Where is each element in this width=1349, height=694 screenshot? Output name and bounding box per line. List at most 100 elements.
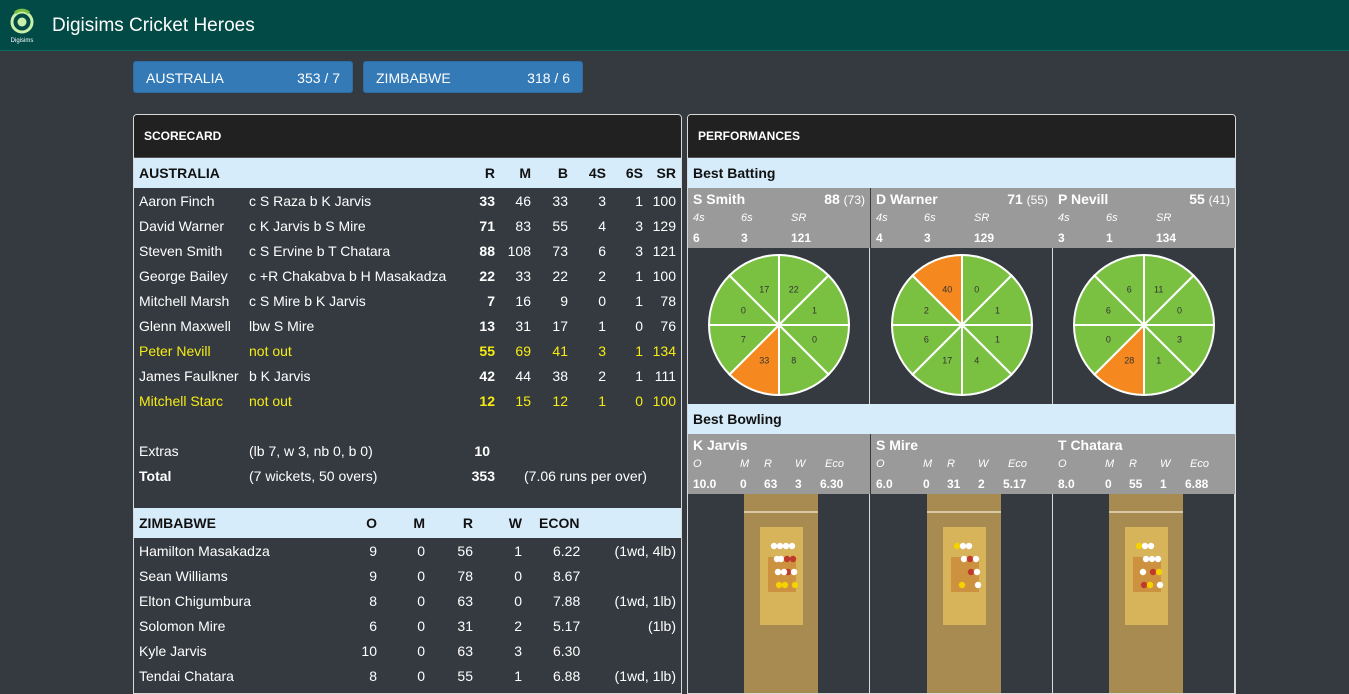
minutes: 16 xyxy=(515,293,531,309)
app-title: Digisims Cricket Heroes xyxy=(52,15,255,36)
bowler-row[interactable]: Kyle Jarvis 10 0 63 3 6.30 xyxy=(134,640,681,665)
team-name: ZIMBABWE xyxy=(376,70,451,86)
batting-card[interactable]: D Warner 71 (55) 4s 4 6s 3 SR 129 0 1 1 4 17 6 2 40 xyxy=(871,188,1053,404)
bowler-row[interactable]: Elton Chigumbura 8 0 63 0 7.88 (1wd, 1lb) xyxy=(134,590,681,615)
header-fours: 4S xyxy=(588,165,606,181)
bowling-card[interactable]: T Chatara O 8.0 M 0 R 55 W 1 Eco 6.88 xyxy=(1053,434,1235,693)
bowling-card[interactable]: K Jarvis O 10.0 M 0 R 63 W 3 Eco 6.30 xyxy=(688,434,870,693)
good-length-zone xyxy=(1133,557,1161,592)
digisims-logo-icon[interactable]: Digisims xyxy=(5,8,39,44)
bowl-runs: 63 xyxy=(457,643,473,659)
fours: 3 xyxy=(598,343,606,359)
ball-pitch-dot xyxy=(973,568,981,576)
bowler-name: Sean Williams xyxy=(139,568,228,584)
sixes: 0 xyxy=(635,318,643,334)
header-balls: B xyxy=(557,165,568,181)
ball-pitch-dot xyxy=(958,581,966,589)
batsman-row[interactable]: Steven Smith c S Ervine b T Chatara 88 108 7… xyxy=(134,240,681,265)
stat-label: R xyxy=(947,458,955,470)
strike-rate: 111 xyxy=(654,368,676,384)
maidens: 0 xyxy=(417,593,425,609)
wagon-sector-label: 33 xyxy=(759,356,769,366)
extras-row: Extras (lb 7, w 3, nb 0, b 0) 10 xyxy=(134,440,681,465)
stat-value: 2 xyxy=(978,477,985,491)
wagon-wheel-area: 22 1 0 8 33 7 0 17 xyxy=(688,248,870,404)
batsman-row[interactable]: Peter Nevill not out 55 69 41 3 1 134 xyxy=(134,340,681,365)
dismissal: c +R Chakabva b H Masakadza xyxy=(249,268,447,284)
ball-pitch-dot xyxy=(953,542,961,550)
wagon-sector-label: 6 xyxy=(1106,305,1111,315)
fours: 3 xyxy=(598,193,606,209)
sixes: 1 xyxy=(635,293,643,309)
wickets: 0 xyxy=(514,593,522,609)
wagon-wheel: 11 0 3 1 28 0 6 6 xyxy=(1072,253,1216,397)
stat-label: O xyxy=(1058,458,1067,470)
team-name: AUSTRALIA xyxy=(146,70,224,86)
runs: 71 xyxy=(479,218,495,234)
batsman-row[interactable]: David Warner c K Jarvis b S Mire 71 83 55 4 3 1… xyxy=(134,215,681,240)
batsman-row[interactable]: James Faulkner b K Jarvis 42 44 38 2 1 111 xyxy=(134,365,681,390)
ball-pitch-dot xyxy=(972,555,980,563)
ball-pitch-dot xyxy=(770,542,778,550)
stat-label: Eco xyxy=(1190,458,1209,470)
batting-card[interactable]: P Nevill 55 (41) 4s 3 6s 1 SR 134 11 0 3 1 28 0 6 6 xyxy=(1053,188,1235,404)
batting-card-stats: D Warner 71 (55) 4s 4 6s 3 SR 129 xyxy=(871,188,1053,248)
dismissal: c S Raza b K Jarvis xyxy=(249,193,372,209)
overs: 6 xyxy=(369,618,377,634)
strike-rate: 129 xyxy=(652,218,676,234)
ball-pitch-dot xyxy=(1140,581,1148,589)
fours: 1 xyxy=(598,318,606,334)
wagon-wheel: 22 1 0 8 33 7 0 17 xyxy=(707,253,851,397)
bowling-card-stats: T Chatara O 8.0 M 0 R 55 W 1 Eco 6.88 xyxy=(1053,434,1235,494)
batsman-name: Peter Nevill xyxy=(139,343,211,359)
fours: 0 xyxy=(598,293,606,309)
stat-value: 1 xyxy=(1106,231,1113,245)
bowling-card[interactable]: S Mire O 6.0 M 0 R 31 W 2 Eco 5.17 xyxy=(871,434,1053,693)
sixes: 0 xyxy=(635,393,643,409)
ball-pitch-dot xyxy=(966,555,974,563)
header-bowl-runs: R xyxy=(462,515,473,531)
bowler-row[interactable]: Solomon Mire 6 0 31 2 5.17 (1lb) xyxy=(134,615,681,640)
stat-label: Eco xyxy=(825,458,844,470)
ball-pitch-dot xyxy=(791,581,799,589)
header-minutes: M xyxy=(519,165,531,181)
bowler-row[interactable]: Sean Williams 9 0 78 0 8.67 xyxy=(134,565,681,590)
batsman-row[interactable]: Glenn Maxwell lbw S Mire 13 31 17 1 0 76 xyxy=(134,315,681,340)
minutes: 46 xyxy=(515,193,531,209)
stat-label: Eco xyxy=(1008,458,1027,470)
minutes: 15 xyxy=(515,393,531,409)
pitch-map-area xyxy=(1053,494,1235,693)
team-button-australia[interactable]: AUSTRALIA 353 / 7 xyxy=(133,61,353,93)
stat-label: SR xyxy=(974,212,990,224)
wagon-wheel-area: 0 1 1 4 17 6 2 40 xyxy=(871,248,1053,404)
batsman-row[interactable]: Aaron Finch c S Raza b K Jarvis 33 46 33 3 1 10… xyxy=(134,190,681,215)
batsman-row[interactable]: Mitchell Starc not out 12 15 12 1 0 100 xyxy=(134,390,681,415)
stat-label: 4s xyxy=(876,212,888,224)
dismissal: not out xyxy=(249,343,292,359)
header-sixes: 6S xyxy=(625,165,643,181)
wagon-sector-label: 4 xyxy=(974,356,979,366)
bowler-name: Kyle Jarvis xyxy=(139,643,207,659)
balls: 12 xyxy=(552,393,568,409)
runs: 22 xyxy=(479,268,495,284)
bowler-row[interactable]: Hamilton Masakadza 9 0 56 1 6.22 (1wd, 4lb) xyxy=(134,540,681,565)
bowl-runs: 31 xyxy=(457,618,473,634)
batsman-name: Aaron Finch xyxy=(139,193,215,209)
player-name: S Mire xyxy=(876,437,919,453)
scorecard-title: SCORECARD xyxy=(134,115,681,158)
batting-card[interactable]: S Smith 88 (73) 4s 6 6s 3 SR 121 22 1 0 8 33 7 0 17 xyxy=(688,188,870,404)
minutes: 44 xyxy=(515,368,531,384)
batting-team-name: AUSTRALIA xyxy=(139,165,220,181)
player-name: P Nevill xyxy=(1058,191,1109,207)
fours: 2 xyxy=(598,268,606,284)
minutes: 108 xyxy=(507,243,531,259)
bowler-row[interactable]: Tendai Chatara 8 0 55 1 6.88 (1wd, 1lb) xyxy=(134,665,681,690)
team-button-zimbabwe[interactable]: ZIMBABWE 318 / 6 xyxy=(363,61,583,93)
batsman-row[interactable]: Mitchell Marsh c S Mire b K Jarvis 7 16 9 0 1 7… xyxy=(134,290,681,315)
batsman-name: George Bailey xyxy=(139,268,228,284)
stat-value: 8.0 xyxy=(1058,477,1075,491)
stat-label: 4s xyxy=(693,212,705,224)
economy: 6.22 xyxy=(553,543,581,559)
extras-detail: (1wd, 1lb) xyxy=(614,593,676,609)
batsman-row[interactable]: George Bailey c +R Chakabva b H Masakadza… xyxy=(134,265,681,290)
